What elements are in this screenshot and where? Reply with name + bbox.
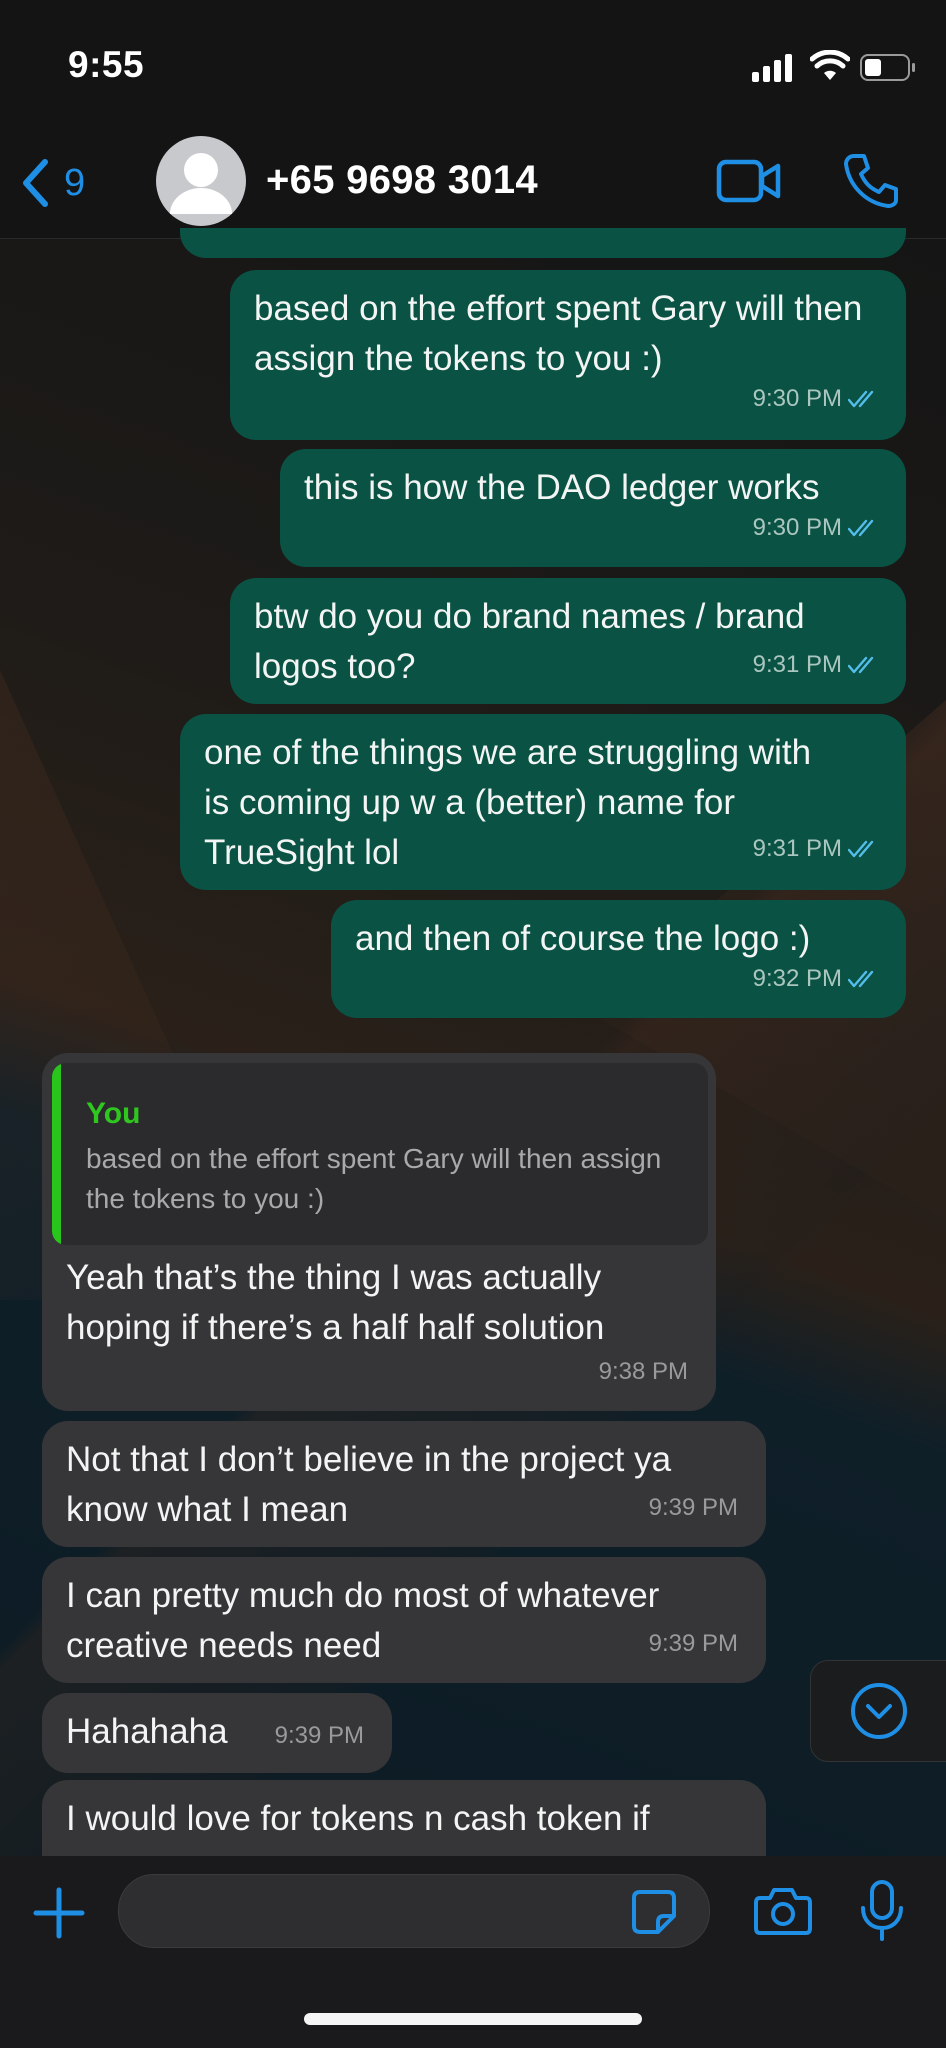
quote-accent-bar — [52, 1063, 61, 1245]
outgoing-message[interactable]: btw do you do brand names / brand logos … — [230, 578, 906, 704]
message-meta: 9:32 PM — [753, 954, 882, 1004]
outgoing-message[interactable]: one of the things we are struggling with… — [180, 714, 906, 890]
unread-count: 9 — [64, 161, 86, 204]
double-check-icon — [848, 840, 874, 858]
video-call-button[interactable] — [716, 156, 782, 206]
incoming-message[interactable]: You based on the effort spent Gary will … — [42, 1053, 716, 1411]
status-time: 9:55 — [68, 44, 145, 85]
message-time: 9:31 PM — [752, 651, 842, 678]
wifi-icon — [810, 50, 850, 80]
message-text: Not that I don’t believe in the project … — [66, 1440, 672, 1529]
incoming-message[interactable]: Not that I don’t believe in the project … — [42, 1421, 766, 1547]
status-bar: 9:55 — [0, 0, 946, 130]
message-time: 9:39 PM — [648, 1494, 738, 1521]
double-check-icon — [848, 390, 874, 408]
message-meta: 9:39 PM — [649, 1619, 738, 1669]
contact-name[interactable]: +65 9698 3014 — [266, 158, 538, 203]
avatar-icon — [170, 153, 232, 214]
outgoing-message[interactable]: this is how the DAO ledger works 9:30 PM — [280, 449, 906, 567]
message-time: 9:30 PM — [752, 385, 842, 412]
signal-icon — [752, 54, 792, 82]
plus-icon[interactable] — [32, 1886, 86, 1940]
chat-header: 9 +65 9698 3014 — [0, 130, 946, 239]
message-text: I would love for tokens n cash token if — [66, 1799, 650, 1838]
message-meta: 9:30 PM — [753, 374, 882, 424]
message-meta: 9:38 PM — [599, 1347, 688, 1397]
message-meta: 9:39 PM — [275, 1711, 364, 1761]
message-time: 9:39 PM — [274, 1722, 364, 1749]
message-input[interactable] — [118, 1874, 710, 1948]
back-button[interactable]: 9 — [20, 156, 110, 210]
home-indicator — [304, 2013, 642, 2025]
back-chevron-icon — [23, 159, 48, 207]
double-check-icon — [848, 519, 874, 537]
message-text: one of the things we are struggling with… — [204, 733, 812, 872]
scroll-to-bottom-button[interactable] — [810, 1660, 946, 1762]
message-time: 9:30 PM — [752, 514, 842, 541]
quoted-message[interactable]: You based on the effort spent Gary will … — [52, 1063, 708, 1245]
message-text: based on the effort spent Gary will then… — [254, 289, 863, 378]
message-time: 9:32 PM — [752, 965, 842, 992]
message-meta: 9:39 PM — [649, 1483, 738, 1533]
message-time: 9:39 PM — [648, 1630, 738, 1657]
microphone-icon[interactable] — [858, 1880, 906, 1942]
message-bubble-partial — [180, 228, 906, 258]
double-check-icon — [848, 656, 874, 674]
quote-text: based on the effort spent Gary will then… — [86, 1143, 662, 1214]
quote-author: You — [86, 1097, 141, 1130]
sticker-icon[interactable] — [630, 1888, 678, 1936]
camera-icon[interactable] — [754, 1886, 812, 1936]
message-time: 9:38 PM — [598, 1358, 688, 1385]
outgoing-message[interactable]: and then of course the logo :) 9:32 PM — [331, 900, 906, 1018]
scroll-down-icon — [851, 1683, 907, 1739]
message-meta: 9:30 PM — [753, 503, 882, 553]
incoming-message[interactable]: I can pretty much do most of whatever cr… — [42, 1557, 766, 1683]
message-meta: 9:31 PM — [753, 640, 882, 690]
voice-call-button[interactable] — [842, 152, 898, 208]
message-composer — [0, 1856, 946, 2048]
message-text: Yeah that’s the thing I was actually hop… — [66, 1258, 605, 1347]
battery-icon — [860, 54, 915, 81]
outgoing-message[interactable]: based on the effort spent Gary will then… — [230, 270, 906, 440]
incoming-message[interactable]: Hahahaha 9:39 PM — [42, 1693, 392, 1773]
avatar[interactable] — [156, 136, 246, 226]
message-text: I can pretty much do most of whatever cr… — [66, 1576, 660, 1665]
message-time: 9:31 PM — [752, 835, 842, 862]
message-meta: 9:31 PM — [753, 824, 882, 874]
double-check-icon — [848, 970, 874, 988]
